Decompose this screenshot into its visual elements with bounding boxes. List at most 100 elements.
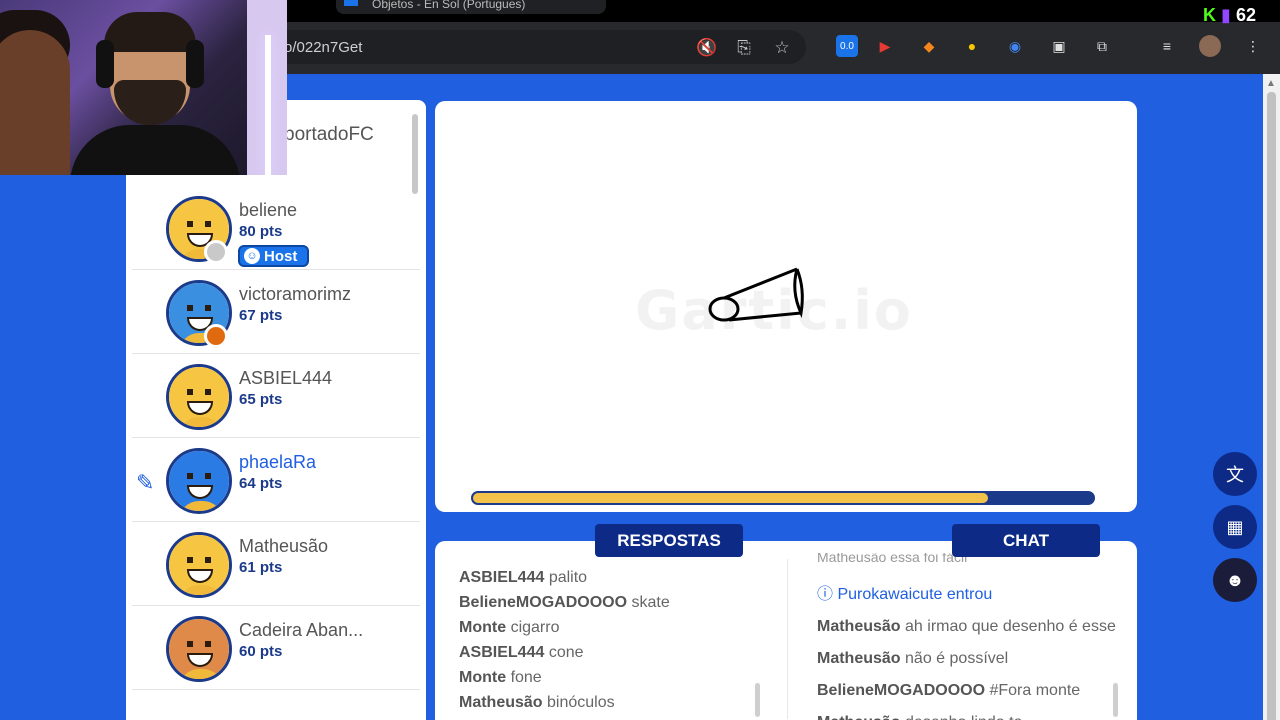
answer-author: Monte	[459, 669, 507, 686]
answer-author: Matheusão	[459, 694, 543, 711]
answer-text: cone	[548, 644, 584, 661]
grid-icon: ▦	[1226, 516, 1244, 537]
kick-icon: K	[1203, 5, 1217, 25]
host-badge: ☺ Host	[238, 245, 310, 267]
chat-system-user: Purokawaicute	[837, 586, 943, 603]
player-points: 60 pts	[239, 643, 283, 660]
avatar-eyes	[187, 641, 211, 647]
player-name: Matheusão	[239, 536, 329, 556]
host-label: Host	[264, 247, 298, 265]
answers-scrollbar[interactable]	[755, 683, 760, 717]
extension-counter-text: 0.0	[840, 40, 854, 52]
player-row[interactable]: Matheusão 61 pts	[132, 522, 420, 606]
answer-line: Monte fone	[459, 669, 759, 694]
answer-author: BelieneMOGADOOOO	[459, 594, 628, 611]
player-list-scrollbar[interactable]	[412, 114, 418, 194]
chat-scrollbar[interactable]	[1113, 683, 1118, 717]
drawing-stroke-sides	[723, 267, 802, 322]
player-name: victoramorimz	[239, 284, 352, 304]
host-icon: ☺	[244, 248, 260, 264]
chat-line: BelieneMOGADOOOO #Fora monte	[817, 682, 1117, 707]
page-scrollbar-thumb[interactable]	[1267, 92, 1276, 720]
answer-line: ASBIEL444 palito	[459, 569, 759, 594]
page-scrollbar[interactable]: ▲	[1263, 74, 1280, 720]
cast-icon[interactable]: ⎘	[734, 38, 754, 58]
chat-author: Matheusão	[817, 650, 901, 667]
player-points: 80 pts	[239, 223, 283, 240]
webcam-beard	[114, 80, 186, 125]
headphone-left-icon	[96, 40, 114, 88]
apps-button[interactable]: ▦	[1213, 505, 1257, 549]
chat-author: Matheusão	[817, 714, 901, 720]
avatar-eyes	[187, 221, 211, 227]
browser-menu-icon[interactable]: ⋮	[1242, 35, 1264, 57]
player-row[interactable]: beliene 80 pts ☺ Host	[132, 186, 420, 270]
iq-extension-icon[interactable]: ◉	[1004, 35, 1026, 57]
webcam-lamp	[265, 35, 271, 175]
tab-favicon-icon	[344, 0, 358, 6]
answer-line: ASBIEL444 cone	[459, 644, 759, 669]
answers-title: RESPOSTAS	[595, 524, 743, 557]
timer-bar-fill	[473, 493, 988, 503]
stream-viewer-badge: K ▮ 62	[1203, 5, 1256, 26]
chat-text: ah irmao que desenho é esse	[905, 618, 1116, 635]
headphone-right-icon	[186, 40, 204, 88]
drawing-stroke-ellipse	[708, 296, 740, 322]
browser-tab[interactable]: Objetos - En Sol (Portugues)	[336, 0, 606, 14]
chat-text: #Fora monte	[989, 682, 1081, 699]
youtube-extension-icon[interactable]: ▶	[874, 35, 896, 57]
webcam-hair	[104, 12, 196, 52]
chat-author: Matheusão	[817, 618, 901, 635]
answer-line: Monte cigarro	[459, 619, 759, 644]
avatar-eyes	[187, 389, 211, 395]
twitch-icon: ▮	[1221, 5, 1231, 25]
chat-text: desenho lindo ta	[905, 714, 1022, 720]
drawing-canvas[interactable]: Gartic.io	[435, 101, 1137, 512]
player-points: 61 pts	[239, 559, 283, 576]
player-row[interactable]: Cadeira Aban... 60 pts	[132, 606, 420, 690]
tab-title: Objetos - En Sol (Portugues)	[372, 0, 526, 11]
mute-icon[interactable]: 🔇	[696, 38, 717, 58]
image-extension-icon[interactable]: ▣	[1048, 35, 1070, 57]
answer-line: Matheusão binóculos	[459, 694, 759, 719]
player-points: 67 pts	[239, 307, 283, 324]
bot-icon: ☻	[1225, 569, 1245, 590]
player-row[interactable]: phaelaRa 64 pts ✎	[132, 438, 420, 522]
answer-author: Monte	[459, 619, 507, 636]
player-row[interactable]: ASBIEL444 65 pts	[132, 354, 420, 438]
translate-icon: 文	[1226, 465, 1244, 485]
player-name: phaelaRa	[239, 452, 317, 472]
player-row[interactable]: victoramorimz 67 pts	[132, 270, 420, 354]
bookmark-star-icon[interactable]: ☆	[772, 38, 792, 58]
chat-system-line: ⓘ Purokawaicute entrou	[817, 586, 1117, 611]
chat-line: Matheusão desenho lindo ta	[817, 714, 1117, 720]
scroll-up-icon[interactable]: ▲	[1266, 78, 1276, 89]
answer-text: skate	[631, 594, 670, 611]
color-extension-icon[interactable]: ●	[961, 35, 983, 57]
info-icon: ⓘ	[817, 586, 834, 603]
extension-counter-icon[interactable]: 0.0	[836, 35, 858, 57]
player-avatar	[166, 448, 232, 514]
url-text: o/022n7Get	[284, 39, 363, 56]
bot-button[interactable]: ☻	[1213, 558, 1257, 602]
answer-line: BelieneMOGADOOOO skate	[459, 594, 759, 619]
profile-avatar[interactable]	[1199, 35, 1221, 57]
extensions-puzzle-icon[interactable]: ⧉	[1091, 35, 1113, 57]
webcam-shirt	[70, 125, 240, 175]
answer-text: binóculos	[547, 694, 615, 711]
player-avatar	[166, 364, 232, 430]
media-queue-icon[interactable]: ≡	[1156, 35, 1178, 57]
answer-text: palito	[548, 569, 588, 586]
address-bar[interactable]: o/022n7Get 🔇 ⎘ ☆	[200, 30, 806, 64]
avatar-eyes	[187, 305, 211, 311]
viewer-count: 62	[1235, 5, 1256, 25]
player-points: 65 pts	[239, 391, 283, 408]
player-avatar	[166, 532, 232, 598]
metamask-extension-icon[interactable]: ◆	[918, 35, 940, 57]
answer-author: ASBIEL444	[459, 569, 545, 586]
avatar-eyes	[187, 557, 211, 563]
player-avatar	[166, 616, 232, 682]
translate-button[interactable]: 文	[1213, 452, 1257, 496]
webcam-overlay	[0, 0, 287, 175]
chat-list: Matheusão essa foi fácil ⓘ Purokawaicute…	[817, 553, 1117, 720]
